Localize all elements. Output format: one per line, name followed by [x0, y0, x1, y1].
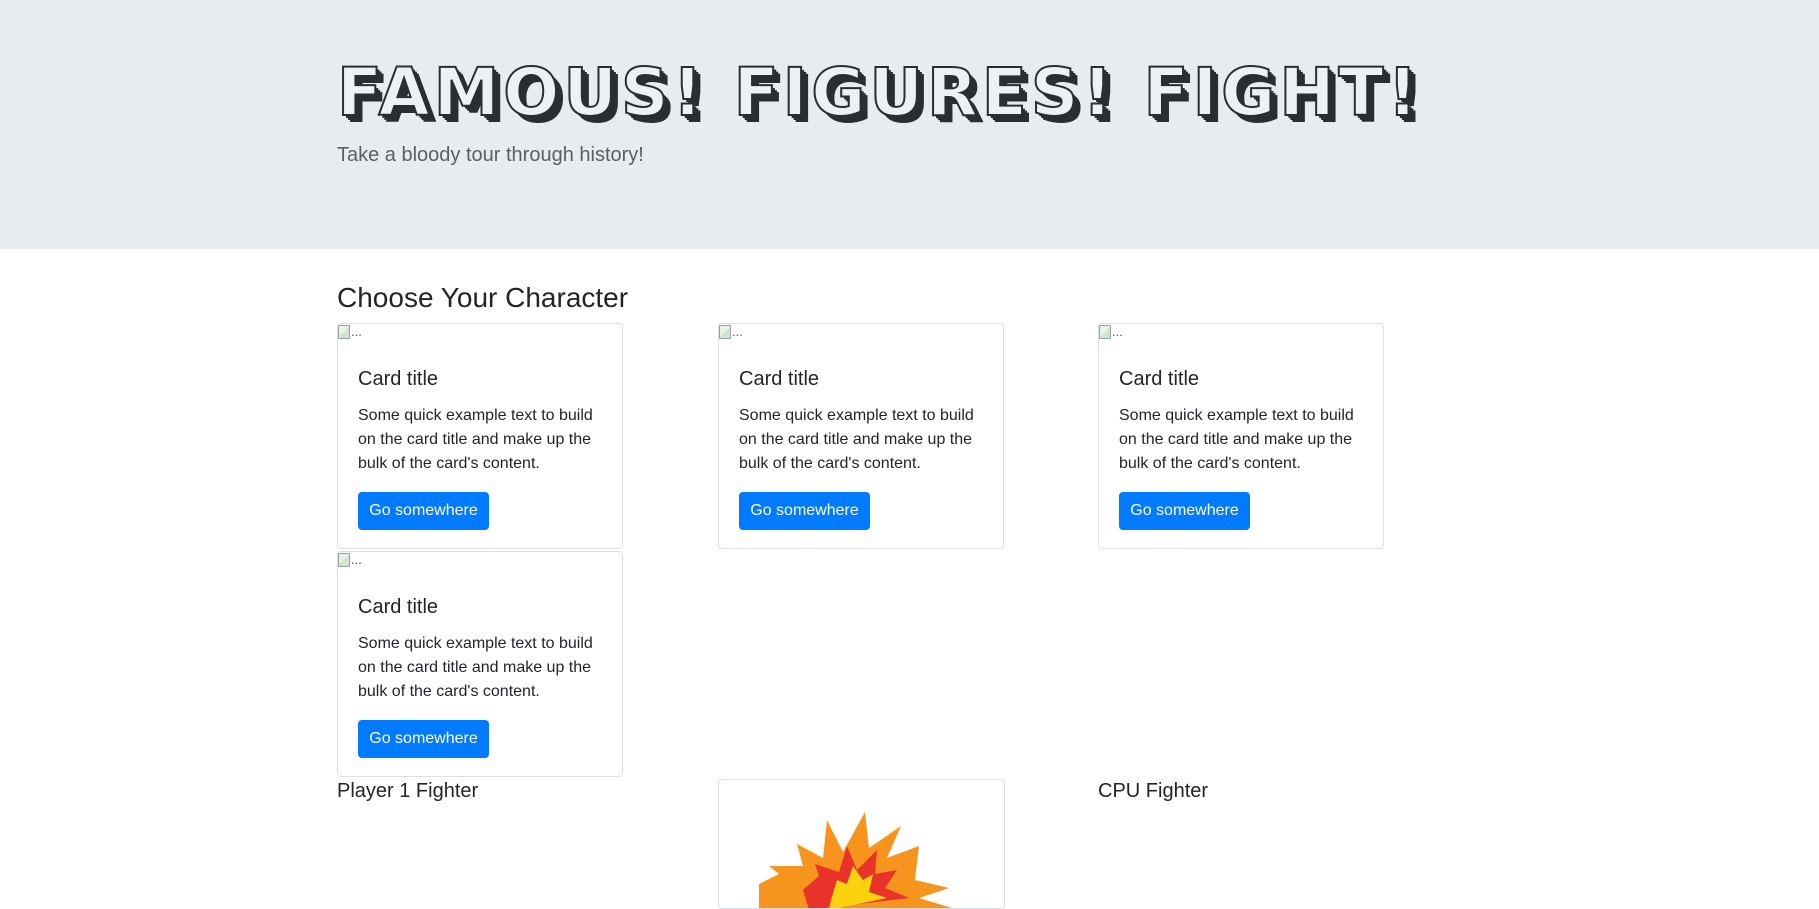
- character-card: ... Card title Some quick example text t…: [718, 323, 1004, 549]
- card-text: Some quick example text to build on the …: [739, 407, 974, 472]
- go-somewhere-button[interactable]: Go somewhere: [358, 492, 489, 530]
- card-image: ...: [338, 552, 362, 567]
- choose-character-heading: Choose Your Character: [337, 282, 629, 313]
- go-somewhere-button[interactable]: Go somewhere: [739, 492, 870, 530]
- player-fighter-label: Player 1 Fighter: [337, 780, 479, 802]
- broken-image-icon: [1099, 324, 1111, 339]
- character-card: ... Card title Some quick example text t…: [1098, 323, 1384, 549]
- character-card: ... Card title Some quick example text t…: [337, 323, 623, 549]
- broken-image-icon: [338, 324, 350, 339]
- broken-image-icon: [338, 552, 350, 567]
- card-text: Some quick example text to build on the …: [1119, 407, 1354, 472]
- explosion-icon: [759, 812, 953, 908]
- cpu-fighter-label: CPU Fighter: [1098, 780, 1209, 802]
- card-title: Card title: [739, 368, 820, 390]
- page-title: FAMOUS! FIGURES! FIGHT!: [336, 54, 1422, 131]
- card-text: Some quick example text to build on the …: [358, 635, 593, 700]
- go-somewhere-button[interactable]: Go somewhere: [358, 720, 489, 758]
- hero-banner: FAMOUS! FIGURES! FIGHT! Take a bloody to…: [0, 0, 1819, 249]
- card-image: ...: [338, 324, 362, 339]
- card-title: Card title: [1119, 368, 1200, 390]
- card-text: Some quick example text to build on the …: [358, 407, 593, 472]
- versus-card: [718, 779, 1005, 909]
- card-title: Card title: [358, 368, 439, 390]
- broken-image-icon: [719, 324, 731, 339]
- page-subtitle: Take a bloody tour through history!: [337, 144, 644, 166]
- card-image: ...: [1099, 324, 1123, 339]
- go-somewhere-button[interactable]: Go somewhere: [1119, 492, 1250, 530]
- character-card: ... Card title Some quick example text t…: [337, 551, 623, 777]
- card-image: ...: [719, 324, 743, 339]
- card-title: Card title: [358, 596, 439, 618]
